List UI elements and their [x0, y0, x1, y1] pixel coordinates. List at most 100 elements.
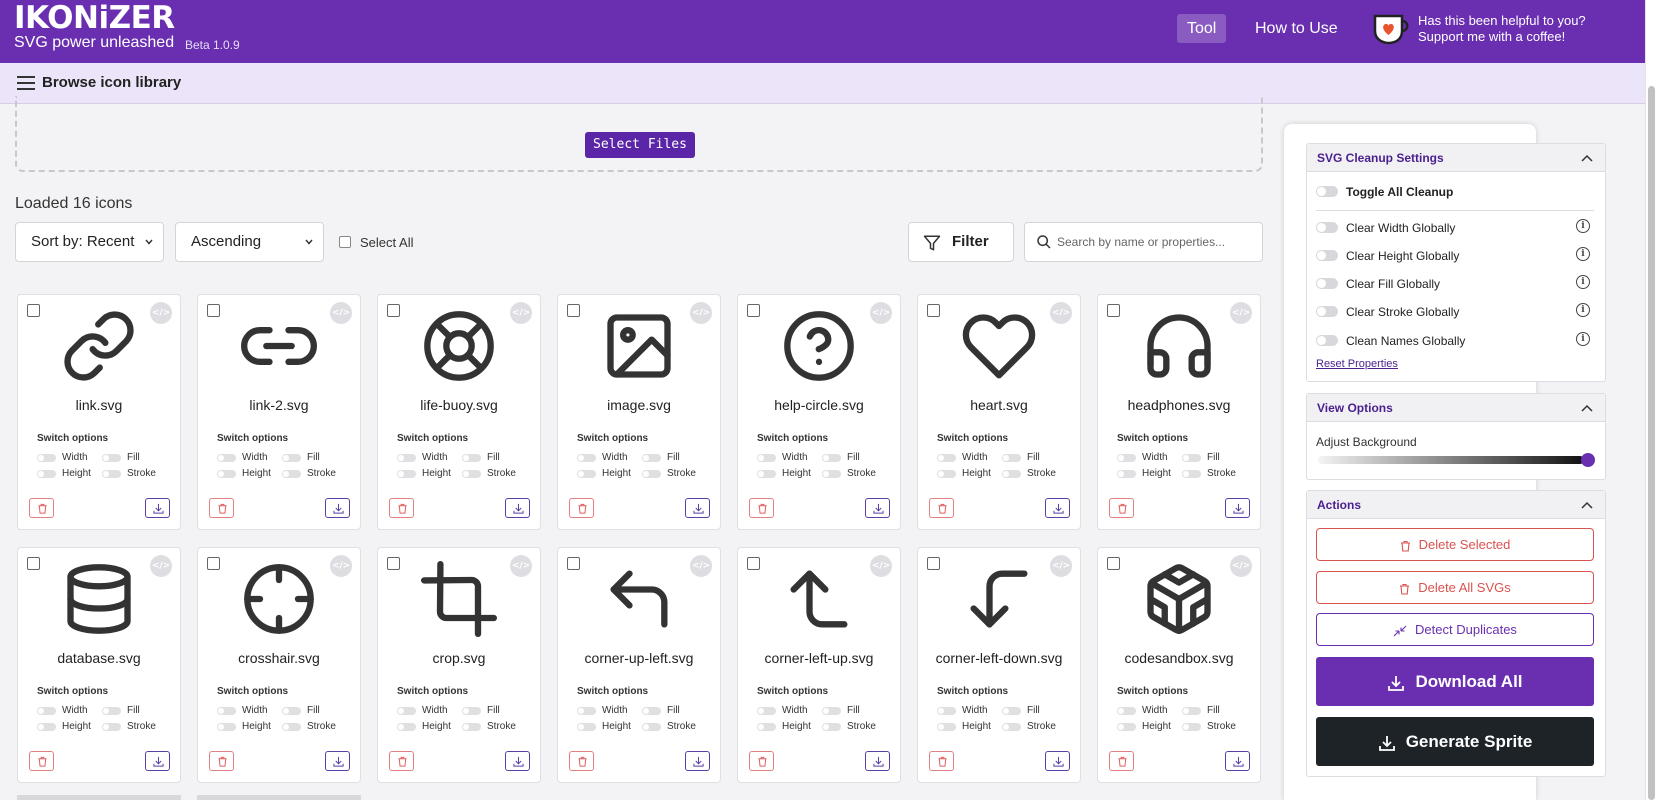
card-checkbox[interactable]	[387, 304, 400, 317]
icon-card[interactable]: </> codesandbox.svg Switch options Width Fil…	[1097, 547, 1261, 783]
height-toggle[interactable]: Height	[217, 721, 271, 733]
delete-icon-button[interactable]	[569, 751, 594, 771]
icon-card[interactable]: </> corner-left-down.svg Switch options Wid…	[917, 547, 1081, 783]
card-checkbox[interactable]	[387, 557, 400, 570]
fill-toggle[interactable]: Fill	[282, 452, 320, 464]
stroke-toggle[interactable]: Stroke	[1002, 468, 1056, 480]
menu-icon[interactable]	[17, 75, 35, 91]
width-toggle[interactable]: Width	[37, 452, 88, 464]
fill-toggle[interactable]: Fill	[462, 705, 500, 717]
fill-toggle[interactable]: Fill	[282, 705, 320, 717]
fill-toggle[interactable]: Fill	[642, 705, 680, 717]
icon-card[interactable]: </> corner-up-left.svg Switch options Width…	[557, 547, 721, 783]
code-view-button[interactable]: </>	[510, 302, 532, 324]
card-checkbox[interactable]	[567, 557, 580, 570]
delete-icon-button[interactable]	[29, 751, 54, 771]
delete-all-button[interactable]: Delete All SVGs	[1316, 571, 1594, 604]
height-toggle[interactable]: Height	[1117, 468, 1171, 480]
stroke-toggle[interactable]: Stroke	[642, 721, 696, 733]
delete-icon-button[interactable]	[569, 498, 594, 518]
code-view-button[interactable]: </>	[150, 555, 172, 577]
stroke-toggle[interactable]: Stroke	[462, 468, 516, 480]
card-checkbox[interactable]	[1107, 304, 1120, 317]
height-toggle[interactable]: Height	[757, 721, 811, 733]
code-view-button[interactable]: </>	[150, 302, 172, 324]
delete-icon-button[interactable]	[29, 498, 54, 518]
delete-icon-button[interactable]	[209, 498, 234, 518]
card-checkbox[interactable]	[927, 304, 940, 317]
code-view-button[interactable]: </>	[870, 302, 892, 324]
icon-card[interactable]: </> corner-left-up.svg Switch options Width…	[737, 547, 901, 783]
stroke-toggle[interactable]: Stroke	[282, 721, 336, 733]
coffee-icon[interactable]	[1372, 11, 1412, 45]
delete-icon-button[interactable]	[749, 498, 774, 518]
height-toggle[interactable]: Height	[397, 721, 451, 733]
height-toggle[interactable]: Height	[37, 721, 91, 733]
fill-toggle[interactable]: Fill	[822, 705, 860, 717]
stroke-toggle[interactable]: Stroke	[1182, 721, 1236, 733]
code-view-button[interactable]: </>	[870, 555, 892, 577]
height-toggle[interactable]: Height	[757, 468, 811, 480]
download-icon-button[interactable]	[1045, 498, 1070, 518]
download-icon-button[interactable]	[325, 751, 350, 771]
stroke-toggle[interactable]: Stroke	[102, 468, 156, 480]
browse-library-link[interactable]: Browse icon library	[42, 74, 181, 91]
width-toggle[interactable]: Width	[1117, 452, 1168, 464]
card-checkbox[interactable]	[747, 557, 760, 570]
height-toggle[interactable]: Height	[937, 468, 991, 480]
toggle-all-cleanup[interactable]: Toggle All Cleanup	[1316, 185, 1453, 199]
download-all-button[interactable]: Download All	[1316, 657, 1594, 706]
width-toggle[interactable]: Width	[397, 705, 448, 717]
width-toggle[interactable]: Width	[757, 705, 808, 717]
delete-icon-button[interactable]	[1109, 498, 1134, 518]
fill-toggle[interactable]: Fill	[462, 452, 500, 464]
select-all-checkbox[interactable]	[339, 236, 351, 248]
download-icon-button[interactable]	[1225, 498, 1250, 518]
width-toggle[interactable]: Width	[937, 452, 988, 464]
stroke-toggle[interactable]: Stroke	[642, 468, 696, 480]
width-toggle[interactable]: Width	[1117, 705, 1168, 717]
icon-card[interactable]: </> headphones.svg Switch options Width Fill…	[1097, 294, 1261, 530]
width-toggle[interactable]: Width	[397, 452, 448, 464]
card-checkbox[interactable]	[207, 557, 220, 570]
background-slider-thumb[interactable]	[1581, 453, 1595, 467]
stroke-toggle[interactable]: Stroke	[822, 721, 876, 733]
clean-names-toggle[interactable]: Clean Names Globally	[1316, 334, 1465, 348]
download-icon-button[interactable]	[685, 751, 710, 771]
delete-selected-button[interactable]: Delete Selected	[1316, 528, 1594, 561]
code-view-button[interactable]: </>	[330, 555, 352, 577]
code-view-button[interactable]: </>	[690, 555, 712, 577]
delete-icon-button[interactable]	[209, 751, 234, 771]
clear-width-toggle[interactable]: Clear Width Globally	[1316, 221, 1455, 235]
download-icon-button[interactable]	[865, 498, 890, 518]
height-toggle[interactable]: Height	[397, 468, 451, 480]
download-icon-button[interactable]	[1225, 751, 1250, 771]
fill-toggle[interactable]: Fill	[1002, 705, 1040, 717]
view-options-header[interactable]: View Options	[1307, 394, 1605, 422]
height-toggle[interactable]: Height	[217, 468, 271, 480]
delete-icon-button[interactable]	[749, 751, 774, 771]
delete-icon-button[interactable]	[929, 751, 954, 771]
info-icon[interactable]: i	[1576, 275, 1590, 289]
fill-toggle[interactable]: Fill	[642, 452, 680, 464]
delete-icon-button[interactable]	[389, 751, 414, 771]
clear-height-toggle[interactable]: Clear Height Globally	[1316, 249, 1459, 263]
width-toggle[interactable]: Width	[217, 705, 268, 717]
delete-icon-button[interactable]	[929, 498, 954, 518]
order-select[interactable]: Ascending	[175, 222, 324, 262]
support-text[interactable]: Has this been helpful to you? Support me…	[1418, 13, 1586, 45]
code-view-button[interactable]: </>	[1050, 302, 1072, 324]
fill-toggle[interactable]: Fill	[1002, 452, 1040, 464]
clear-fill-toggle[interactable]: Clear Fill Globally	[1316, 277, 1440, 291]
app-logo[interactable]: IKONiZER	[14, 0, 175, 36]
nav-tool[interactable]: Tool	[1177, 14, 1227, 43]
width-toggle[interactable]: Width	[37, 705, 88, 717]
stroke-toggle[interactable]: Stroke	[822, 468, 876, 480]
icon-card[interactable]: </> link.svg Switch options Width Fill Height…	[17, 294, 181, 530]
cleanup-header[interactable]: SVG Cleanup Settings	[1307, 144, 1605, 172]
code-view-button[interactable]: </>	[510, 555, 532, 577]
card-checkbox[interactable]	[927, 557, 940, 570]
card-checkbox[interactable]	[747, 304, 760, 317]
download-icon-button[interactable]	[865, 751, 890, 771]
height-toggle[interactable]: Height	[1117, 721, 1171, 733]
